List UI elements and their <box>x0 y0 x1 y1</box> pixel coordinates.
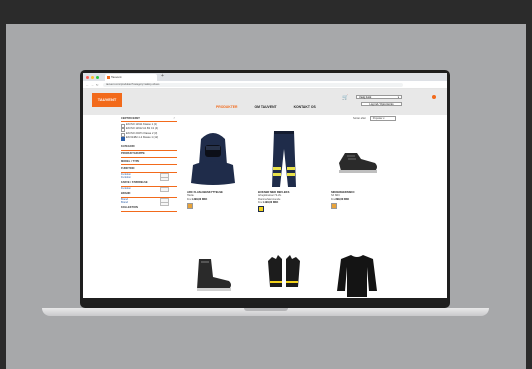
product-price: Fra 1.499,00 DKK <box>187 198 239 201</box>
filter-sub-option[interactable]: Brand <box>121 201 177 206</box>
url-field[interactable]: tauvent.com/produkter?category=safety-sh… <box>103 82 403 87</box>
filter-sub-label: Funktion <box>121 186 131 190</box>
price-value: 899,00 DKK <box>335 197 350 201</box>
product-price: Fra 1.199,00 DKK <box>258 201 310 204</box>
filter-sub-label: Funktion <box>121 176 131 180</box>
minimize-window-icon[interactable] <box>91 75 94 79</box>
back-icon[interactable]: ← <box>86 83 89 87</box>
filter-sidebar: CERTIFICERET ^ EN ISO 11611 Klasse 1 (2)… <box>121 116 177 212</box>
filter-sub-label: Brand <box>121 201 128 205</box>
product-card[interactable]: ARC FLASH BESKYTTELSE Hætte Fra 1.499,00… <box>187 125 239 209</box>
nav-produkter[interactable]: PRODUKTER <box>216 105 237 109</box>
user-icon[interactable] <box>432 95 436 99</box>
tab-bar: Tauvent + <box>83 73 447 81</box>
login-button[interactable]: Log ind / Opret konto <box>361 102 402 106</box>
filter-option[interactable]: EN 61482-1-2 Klasse 1 (12) <box>121 135 177 141</box>
product-price: Fra 899,00 DKK <box>331 198 383 201</box>
color-swatch[interactable] <box>331 202 337 209</box>
filter-option-label: EN ISO 11612 A1 B1 C1 (4) <box>126 127 159 131</box>
filter-category-kollektion[interactable]: KOLLEKTION <box>121 205 177 212</box>
laptop-notch <box>244 308 288 311</box>
filter-heading[interactable]: CERTIFICERET ^ <box>121 116 177 122</box>
site-logo[interactable]: TAUVENT <box>92 93 122 107</box>
sort-value: Populær <box>372 117 383 120</box>
nav-kontakt-os[interactable]: KONTAKT OS <box>294 105 316 109</box>
shoe-image <box>339 153 377 173</box>
filter-sub-option[interactable]: Funktion <box>121 186 177 192</box>
close-window-icon[interactable] <box>86 75 89 79</box>
price-value: 1.199,00 DKK <box>262 201 279 205</box>
chevron-up-icon: ^ <box>173 117 175 120</box>
sort-control: Sorter efter Populær ▾ <box>353 116 396 121</box>
color-swatch[interactable] <box>258 206 264 213</box>
tab-title: Tauvent <box>111 75 122 79</box>
filter-heading-label: CERTIFICERET <box>121 117 140 120</box>
reload-icon[interactable]: ↻ <box>96 83 99 87</box>
color-swatch[interactable] <box>187 202 193 209</box>
main-nav: PRODUKTER OM TAUVENT KONTAKT OS <box>216 105 332 109</box>
mini-select[interactable] <box>160 187 169 192</box>
price-value: 1.499,00 DKK <box>191 197 208 201</box>
filter-category-farve[interactable]: FARVE / STØRRELSE <box>121 180 177 187</box>
filter-category-brand[interactable]: BRAND <box>121 191 177 198</box>
product-card[interactable] <box>258 251 310 302</box>
product-card[interactable]: BUKSER MED REFLEKS Arbejdsbukser Hi-Vis … <box>258 125 310 213</box>
nav-om-tauvent[interactable]: OM TAUVENT <box>254 105 276 109</box>
footer-bar <box>83 298 447 303</box>
filter-category-model[interactable]: MODEL / TYPE <box>121 159 177 166</box>
site-header: TAUVENT PRODUKTER OM TAUVENT KONTAKT OS … <box>83 89 447 115</box>
product-image[interactable] <box>331 125 383 191</box>
filter-category-kategori[interactable]: KATEGORI <box>121 144 177 151</box>
cart-icon[interactable]: 🛒 <box>342 95 348 101</box>
product-image[interactable] <box>187 125 239 191</box>
base-layer-image <box>337 255 377 297</box>
browser-tab[interactable]: Tauvent <box>105 74 157 81</box>
forward-icon[interactable]: → <box>91 83 94 87</box>
hood-image <box>191 133 235 185</box>
filter-option-label: EN ISO 11611 Klasse 1 (2) <box>126 123 157 126</box>
store-select-value: Vælg butik <box>359 96 372 99</box>
filter-sub-option[interactable]: Funktion <box>121 176 177 182</box>
maximize-window-icon[interactable] <box>96 75 99 79</box>
store-select[interactable]: Vælg butik ▾ <box>356 95 402 99</box>
favicon-icon <box>107 76 110 79</box>
new-tab-button[interactable]: + <box>161 73 164 79</box>
chevron-down-icon: ▾ <box>397 96 399 99</box>
mini-select[interactable] <box>160 176 169 182</box>
safety-boot-image <box>197 259 231 291</box>
gloves-image <box>268 255 300 287</box>
filter-category-funktion[interactable]: FUNKTION <box>121 166 177 173</box>
sort-select[interactable]: Populær ▾ <box>369 116 396 121</box>
trousers-image <box>272 131 296 187</box>
mini-select[interactable] <box>160 201 169 206</box>
product-card[interactable] <box>187 251 239 302</box>
filter-category-produktgruppe[interactable]: PRODUKTGRUPPE <box>121 151 177 158</box>
product-card[interactable] <box>331 251 383 302</box>
address-bar: ← → ↻ tauvent.com/produkter?category=saf… <box>83 81 447 89</box>
browser-window: Tauvent + ← → ↻ tauvent.com/produkter?ca… <box>83 73 447 303</box>
sort-label: Sorter efter <box>353 117 366 120</box>
filter-option-label: EN ISO 20471 Klasse 2 (3) <box>126 131 158 135</box>
product-image[interactable] <box>258 125 310 191</box>
product-card[interactable]: SIKKERHEDSSKO S3 SRC Fra 899,00 DKK <box>331 125 383 209</box>
checkbox-checked[interactable] <box>121 136 125 141</box>
filter-option-label: EN 61482-1-2 Klasse 1 (12) <box>126 135 159 139</box>
